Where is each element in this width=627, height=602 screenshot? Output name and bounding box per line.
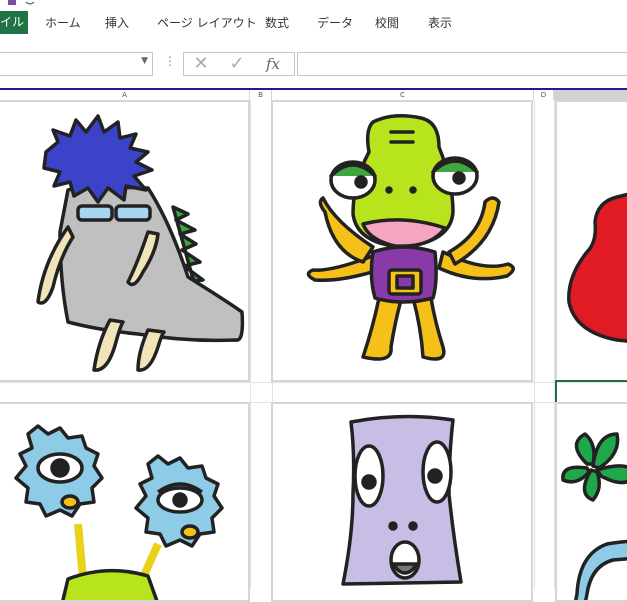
confirm-icon[interactable]: ✓	[222, 53, 252, 75]
worksheet-grid[interactable]	[0, 100, 627, 602]
cancel-icon[interactable]: ✕	[186, 53, 216, 75]
chevron-down-icon[interactable]: ▼	[141, 56, 148, 66]
gear-monsters-drawing	[14, 424, 224, 600]
picture-gray-monster[interactable]	[0, 100, 250, 382]
tube-monster-drawing	[341, 414, 463, 586]
tab-data[interactable]: データ	[317, 12, 353, 34]
picture-leaf-monster[interactable]	[555, 402, 627, 602]
tab-insert[interactable]: 挿入	[105, 12, 129, 34]
frog-monster-drawing	[306, 114, 515, 361]
tab-page-layout[interactable]: ページ レイアウト	[157, 12, 257, 34]
formula-buttons: ✕ ✓ fx	[183, 52, 295, 76]
picture-red-monster[interactable]	[555, 100, 627, 382]
column-header-c[interactable]: C	[272, 90, 534, 100]
grid-line	[250, 100, 251, 589]
column-header-row: A B C D	[0, 88, 627, 100]
tab-file[interactable]: イル	[0, 11, 28, 34]
grid-line	[534, 100, 535, 589]
red-monster-drawing	[567, 192, 627, 343]
drag-handle-icon[interactable]: ⋮	[164, 54, 176, 68]
quick-access-icon[interactable]	[6, 0, 36, 6]
column-header-e[interactable]	[554, 90, 627, 100]
picture-frog-monster[interactable]	[271, 100, 533, 382]
ribbon-tab-bar: イル ホーム 挿入 ページ レイアウト 数式 データ 校閲 表示	[0, 0, 627, 44]
gray-monster-drawing	[36, 114, 245, 372]
tab-review[interactable]: 校閲	[375, 12, 399, 34]
leaf-monster-drawing	[561, 432, 627, 600]
picture-gear-monsters[interactable]	[0, 402, 250, 602]
column-header-d[interactable]: D	[534, 90, 554, 100]
formula-input[interactable]	[297, 52, 627, 76]
column-header-a[interactable]: A	[0, 90, 250, 100]
tab-view[interactable]: 表示	[428, 12, 452, 34]
picture-tube-monster[interactable]	[271, 402, 533, 602]
selected-cell[interactable]	[555, 380, 627, 404]
grid-line	[0, 382, 627, 383]
tab-formulas[interactable]: 数式	[265, 12, 289, 34]
insert-function-button[interactable]: fx	[258, 53, 288, 75]
name-box[interactable]: ▼	[0, 52, 153, 76]
column-header-b[interactable]: B	[250, 90, 272, 100]
formula-bar: ▼ ⋮ ✕ ✓ fx	[0, 44, 627, 88]
tab-home[interactable]: ホーム	[45, 12, 81, 34]
